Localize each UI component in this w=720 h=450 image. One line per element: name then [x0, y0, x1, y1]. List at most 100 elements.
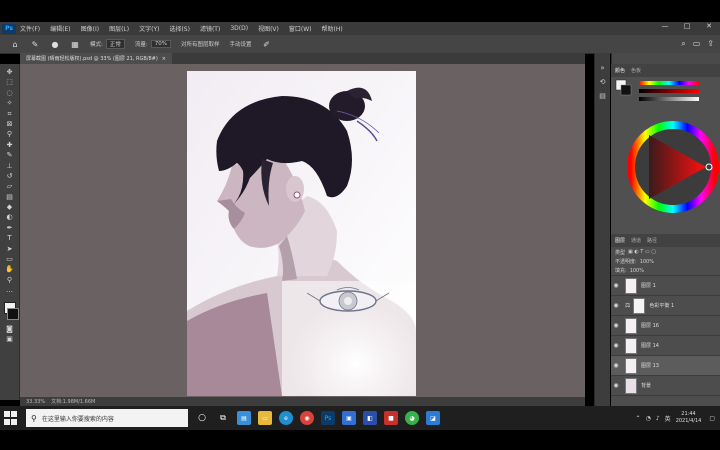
- visibility-eye-icon[interactable]: ◉: [611, 302, 621, 309]
- cortana-icon[interactable]: ○: [195, 411, 209, 425]
- menu-item-type[interactable]: 文字(Y): [139, 24, 159, 33]
- share-icon[interactable]: ⇪: [707, 39, 714, 49]
- volume-icon[interactable]: ♪: [656, 415, 660, 422]
- stamp-tool-icon[interactable]: ⊥: [4, 161, 16, 171]
- more-tools-icon[interactable]: …: [4, 285, 16, 295]
- layer-kind-filter[interactable]: 类型: [615, 249, 625, 256]
- path-selection-tool-icon[interactable]: ➤: [4, 244, 16, 254]
- input-language[interactable]: 英: [665, 414, 671, 423]
- tab-layers[interactable]: 图层: [615, 237, 625, 244]
- history-brush-tool-icon[interactable]: ↺: [4, 171, 16, 181]
- visibility-eye-icon[interactable]: ◉: [611, 322, 621, 329]
- blur-tool-icon[interactable]: ◆: [4, 202, 16, 212]
- network-icon[interactable]: ◔: [646, 415, 651, 422]
- frame-tool-icon[interactable]: ⊠: [4, 119, 16, 129]
- brush-icon[interactable]: ✎: [30, 39, 40, 49]
- type-tool-icon[interactable]: T: [4, 233, 16, 243]
- background-color-swatch[interactable]: [7, 307, 19, 320]
- color-picker[interactable]: [611, 77, 720, 238]
- close-tab-icon[interactable]: ×: [162, 56, 166, 62]
- layer-row[interactable]: ◉ 图层 14: [611, 336, 720, 356]
- maximize-button[interactable]: □: [676, 22, 698, 30]
- visibility-eye-icon[interactable]: ◉: [611, 362, 621, 369]
- flow-input[interactable]: 70%: [150, 40, 171, 48]
- store-icon[interactable]: ▤: [237, 411, 251, 425]
- brush-panel-icon[interactable]: ▦: [70, 39, 80, 49]
- tab-channels[interactable]: 通道: [631, 237, 641, 244]
- visibility-eye-icon[interactable]: ◉: [611, 382, 621, 389]
- tab-color[interactable]: 颜色: [615, 67, 625, 74]
- brush-size-icon[interactable]: ●: [50, 39, 60, 49]
- opacity-value[interactable]: 100%: [640, 259, 654, 265]
- windows-icon[interactable]: [4, 411, 18, 425]
- layer-row[interactable]: ◉ 图层 16: [611, 316, 720, 336]
- zoom-tool-icon[interactable]: ⚲: [4, 275, 16, 285]
- gradient-tool-icon[interactable]: ▤: [4, 192, 16, 202]
- document-tab[interactable]: 屏幕截图 (晴雨轻松版权).psd @ 33% (图层 21, RGB/8#) …: [20, 53, 172, 64]
- menu-item-file[interactable]: 文件(F): [20, 24, 40, 33]
- taskbar-search-box[interactable]: ⚲ 在这里输入你要搜索的内容: [26, 409, 188, 427]
- file-explorer-icon[interactable]: ▭: [258, 411, 272, 425]
- eraser-tool-icon[interactable]: ▱: [4, 181, 16, 191]
- menu-item-select[interactable]: 选择(S): [169, 24, 190, 33]
- menu-item-help[interactable]: 帮助(H): [322, 24, 343, 33]
- minimize-button[interactable]: —: [654, 22, 676, 30]
- app-icon[interactable]: ◧: [363, 411, 377, 425]
- menu-item-view[interactable]: 视图(V): [258, 24, 279, 33]
- magic-wand-tool-icon[interactable]: ✧: [4, 98, 16, 108]
- app-icon[interactable]: ▣: [342, 411, 356, 425]
- menu-item-window[interactable]: 窗口(W): [289, 24, 312, 33]
- clock[interactable]: 21:44 2021/4/14: [676, 411, 702, 425]
- tab-swatches[interactable]: 色板: [631, 67, 641, 74]
- app-icon[interactable]: ◪: [426, 411, 440, 425]
- history-panel-icon[interactable]: ⟲: [600, 75, 606, 89]
- close-window-button[interactable]: ✕: [698, 22, 720, 30]
- show-hidden-icons-icon[interactable]: ⌃: [636, 415, 641, 422]
- move-tool-icon[interactable]: ✥: [4, 67, 16, 77]
- notification-icon[interactable]: ▢: [709, 415, 715, 422]
- dodge-tool-icon[interactable]: ◐: [4, 212, 16, 222]
- hand-tool-icon[interactable]: ✋: [4, 264, 16, 274]
- sample-all-layers-option[interactable]: 对所有图层取样: [181, 40, 220, 48]
- layer-row-selected[interactable]: ◉ 图层 13: [611, 356, 720, 376]
- quick-mask-icon[interactable]: ◙: [4, 324, 16, 334]
- eyedropper-tool-icon[interactable]: ⚲: [4, 129, 16, 139]
- layer-row[interactable]: ◉ ⚖ 色彩平衡 1: [611, 296, 720, 316]
- mode-select[interactable]: 正常: [105, 39, 125, 49]
- menu-item-filter[interactable]: 滤镜(T): [200, 24, 220, 33]
- brush-tool-icon[interactable]: ✎: [4, 150, 16, 160]
- app-icon[interactable]: ■: [384, 411, 398, 425]
- edge-browser-icon[interactable]: e: [279, 411, 293, 425]
- menu-item-layer[interactable]: 图层(L): [109, 24, 129, 33]
- photoshop-icon[interactable]: Ps: [321, 411, 335, 425]
- crop-tool-icon[interactable]: ⌗: [4, 109, 16, 119]
- pen-tool-icon[interactable]: ✒: [4, 223, 16, 233]
- collapse-icon[interactable]: »: [600, 61, 604, 75]
- menu-item-edit[interactable]: 编辑(E): [50, 24, 70, 33]
- screen-mode-icon[interactable]: ▣: [4, 334, 16, 344]
- menu-item-image[interactable]: 图像(I): [81, 24, 99, 33]
- tab-paths[interactable]: 路径: [647, 237, 657, 244]
- wechat-icon[interactable]: ◕: [405, 411, 419, 425]
- healing-tool-icon[interactable]: ✚: [4, 140, 16, 150]
- manual-setting-option[interactable]: 手动设置: [229, 40, 251, 48]
- task-view-icon[interactable]: ⧉: [216, 411, 230, 425]
- properties-panel-icon[interactable]: ▤: [599, 89, 606, 103]
- pressure-icon[interactable]: ✐: [262, 39, 272, 49]
- workspace-icon[interactable]: ▭: [693, 39, 701, 49]
- artwork-canvas[interactable]: [187, 71, 416, 396]
- home-icon[interactable]: ⌂: [10, 39, 20, 49]
- layer-row[interactable]: ◉ 图层 1: [611, 276, 720, 296]
- shape-tool-icon[interactable]: ▭: [4, 254, 16, 264]
- zoom-level[interactable]: 33.33%: [26, 399, 45, 405]
- browser-icon[interactable]: ◉: [300, 411, 314, 425]
- menu-item-3d[interactable]: 3D(D): [230, 25, 248, 32]
- visibility-eye-icon[interactable]: ◉: [611, 342, 621, 349]
- search-icon[interactable]: ⌕: [681, 39, 685, 49]
- fill-value[interactable]: 100%: [630, 268, 644, 274]
- marquee-tool-icon[interactable]: ⬚: [4, 77, 16, 87]
- filter-icons[interactable]: ▣ ◐ T ▭ ▢: [628, 249, 656, 255]
- lasso-tool-icon[interactable]: ◌: [4, 88, 16, 98]
- visibility-eye-icon[interactable]: ◉: [611, 282, 621, 289]
- layer-row[interactable]: ◉ 背景: [611, 376, 720, 396]
